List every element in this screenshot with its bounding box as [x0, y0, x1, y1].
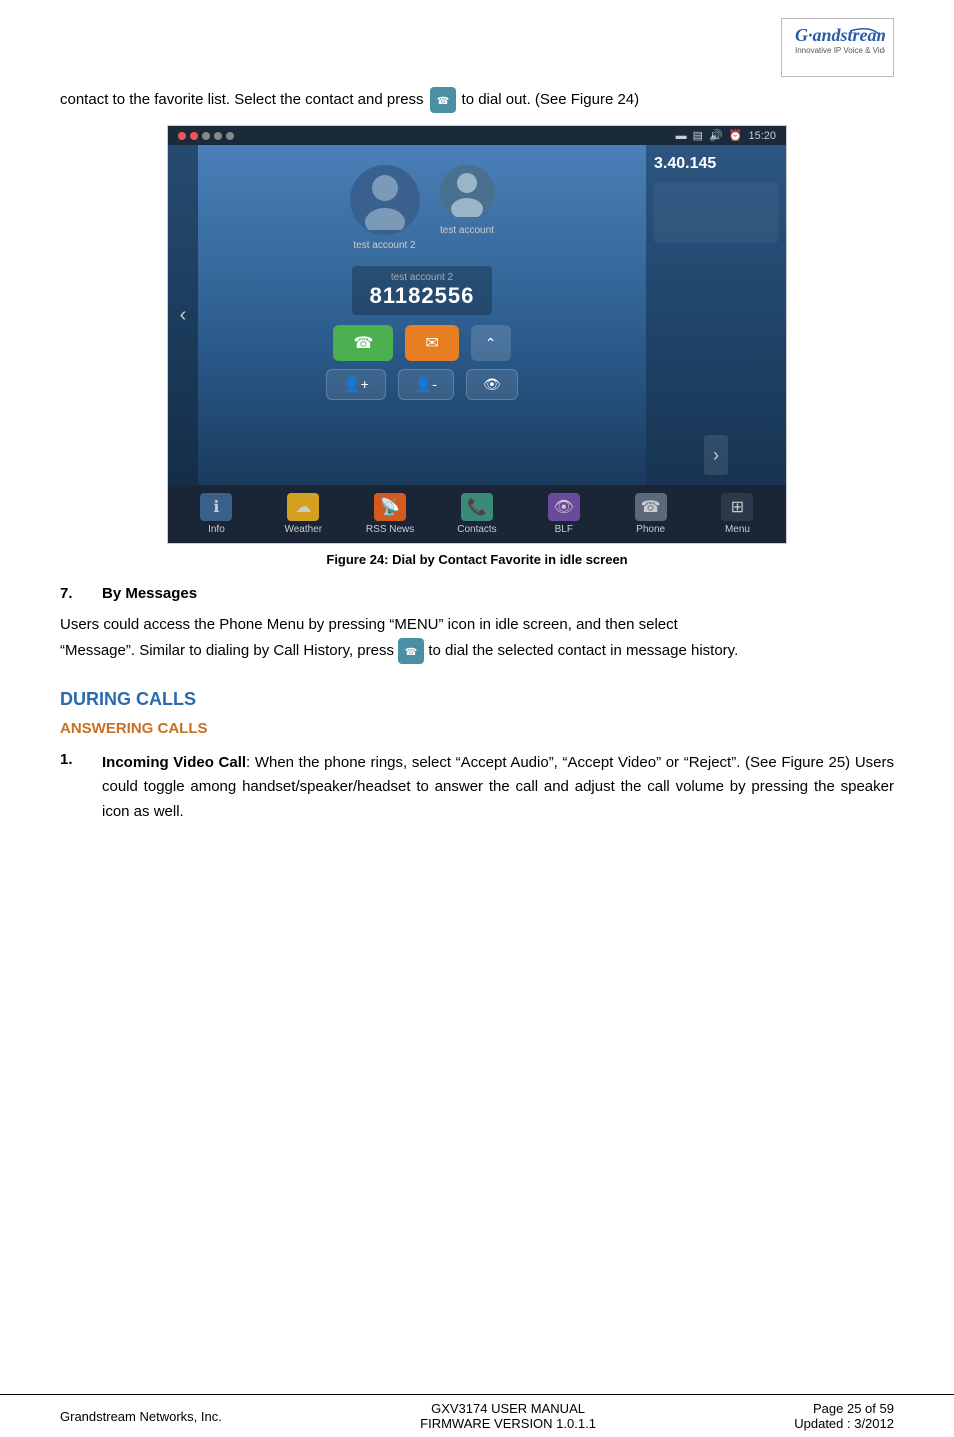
footer-right-line2: Updated : 3/2012 [794, 1416, 894, 1431]
phone-dock-icon: ☎ [635, 493, 667, 521]
dock-contacts[interactable]: 📞 Contacts [447, 493, 507, 535]
section-7-title: By Messages [102, 585, 197, 602]
svg-text:Innovative IP Voice & Video: Innovative IP Voice & Video [795, 46, 885, 55]
svg-text:G·andstream: G·andstream [795, 25, 885, 45]
intro-text-before: contact to the favorite list. Select the… [60, 88, 424, 112]
dock-rss[interactable]: 📡 RSS News [360, 493, 420, 535]
dot-5 [226, 132, 234, 140]
item-1-content: Incoming Video Call: When the phone ring… [102, 751, 894, 825]
section-7-body2: “Message”. Similar to dialing by Call Hi… [60, 642, 394, 659]
dot-2 [190, 132, 198, 140]
section-7-body: Users could access the Phone Menu by pre… [60, 612, 894, 665]
phone-number: 81182556 [370, 283, 475, 309]
footer-center: GXV3174 USER MANUAL FIRMWARE VERSION 1.0… [420, 1401, 596, 1431]
right-nav-section: › [654, 435, 778, 475]
footer-center-line1: GXV3174 USER MANUAL [420, 1401, 596, 1416]
section-7-heading-row: 7. By Messages [60, 585, 894, 602]
dock-weather[interactable]: ☁ Weather [273, 493, 333, 535]
avatar-1 [350, 165, 420, 235]
action-buttons-row1: ☎ ✉ ⌃ [333, 325, 510, 361]
answering-item-1: 1. Incoming Video Call: When the phone r… [60, 751, 894, 825]
nav-right-arrow[interactable]: › [704, 435, 728, 475]
speaker-icon: 🔊 [709, 129, 723, 142]
intro-paragraph: contact to the favorite list. Select the… [60, 87, 894, 113]
footer-left: Grandstream Networks, Inc. [60, 1409, 222, 1424]
phone-screenshot: ▬ ▤ 🔊 ⏰ 15:20 ‹ [168, 126, 786, 543]
section-7-body1: Users could access the Phone Menu by pre… [60, 616, 678, 633]
status-bar: ▬ ▤ 🔊 ⏰ 15:20 [168, 126, 786, 145]
svg-text:☎: ☎ [405, 647, 417, 658]
status-dots [178, 132, 234, 140]
footer-right: Page 25 of 59 Updated : 3/2012 [794, 1401, 894, 1431]
dock-phone-label: Phone [636, 524, 665, 535]
time-display: 15:20 [748, 130, 776, 142]
contact-name-2: test account [440, 225, 494, 236]
info-icon: ℹ [200, 493, 232, 521]
footer-center-line2: FIRMWARE VERSION 1.0.1.1 [420, 1416, 596, 1431]
number-display: test account 2 81182556 [352, 266, 493, 315]
item-1-number: 1. [60, 751, 90, 825]
intro-text-after: to dial out. (See Figure 24) [462, 88, 640, 112]
blf-icon: 👁 [548, 493, 580, 521]
menu-dock-icon: ⊞ [721, 493, 753, 521]
clock-icon: ⏰ [729, 129, 743, 142]
dot-1 [178, 132, 186, 140]
contacts-icon: 📞 [461, 493, 493, 521]
status-right: ▬ ▤ 🔊 ⏰ 15:20 [676, 129, 776, 142]
contact-card-2: test account [440, 165, 495, 251]
up-button[interactable]: ⌃ [471, 325, 511, 361]
dot-4 [214, 132, 222, 140]
figure-24-caption: Figure 24: Dial by Contact Favorite in i… [60, 552, 894, 567]
remove-contact-button[interactable]: 👤- [398, 369, 454, 400]
figure-24-container: ▬ ▤ 🔊 ⏰ 15:20 ‹ [167, 125, 787, 544]
dock-menu[interactable]: ⊞ Menu [707, 493, 767, 535]
item-1-label: Incoming Video Call [102, 754, 246, 771]
contact-card-1: test account 2 [350, 165, 420, 251]
dot-3 [202, 132, 210, 140]
add-contact-button[interactable]: 👤+ [326, 369, 386, 400]
page-footer: Grandstream Networks, Inc. GXV3174 USER … [0, 1394, 954, 1437]
bottom-dock: ℹ Info ☁ Weather 📡 RSS News 📞 Contacts 👁 [168, 485, 786, 543]
mini-list [654, 183, 778, 243]
svg-text:☎: ☎ [436, 96, 448, 107]
rss-icon: 📡 [374, 493, 406, 521]
dock-contacts-label: Contacts [457, 524, 496, 535]
message-button[interactable]: ✉ [405, 325, 458, 361]
answering-calls-heading: ANSWERING CALLS [60, 720, 894, 737]
dock-rss-label: RSS News [366, 524, 414, 535]
section-7-number: 7. [60, 585, 90, 602]
phone-main-screen: ‹ test account 2 [168, 145, 786, 485]
right-panel: 3.40.145 › [646, 145, 786, 485]
contact-name-1: test account 2 [353, 240, 415, 251]
center-contact-panel: test account 2 test account [198, 145, 646, 485]
dial-icon-inline: ☎ [430, 87, 456, 113]
logo-box: G·andstream Innovative IP Voice & Video [781, 18, 894, 77]
dock-blf-label: BLF [555, 524, 573, 535]
header-logo-area: G·andstream Innovative IP Voice & Video [60, 18, 894, 77]
battery-icon: ▬ [676, 130, 687, 142]
ip-display: 3.40.145 [654, 155, 778, 173]
dock-info-label: Info [208, 524, 225, 535]
contact-cards: test account 2 test account [350, 165, 495, 251]
avatar-2 [440, 165, 495, 220]
weather-icon: ☁ [287, 493, 319, 521]
dock-blf[interactable]: 👁 BLF [534, 493, 594, 535]
during-calls-heading: DURING CALLS [60, 689, 894, 710]
dock-weather-label: Weather [284, 524, 322, 535]
call-button[interactable]: ☎ [333, 325, 393, 361]
section-7-body3: to dial the selected contact in message … [428, 642, 738, 659]
account-label: test account 2 [370, 272, 475, 283]
nav-left-arrow[interactable]: ‹ [168, 145, 198, 485]
action-buttons-row2: 👤+ 👤- 👁 [326, 369, 517, 400]
footer-right-line1: Page 25 of 59 [794, 1401, 894, 1416]
view-contact-button[interactable]: 👁 [466, 369, 518, 400]
dock-info[interactable]: ℹ Info [186, 493, 246, 535]
dock-phone[interactable]: ☎ Phone [621, 493, 681, 535]
dock-menu-label: Menu [725, 524, 750, 535]
signal-icon: ▤ [693, 129, 703, 142]
message-icon-inline: ☎ [398, 638, 424, 664]
